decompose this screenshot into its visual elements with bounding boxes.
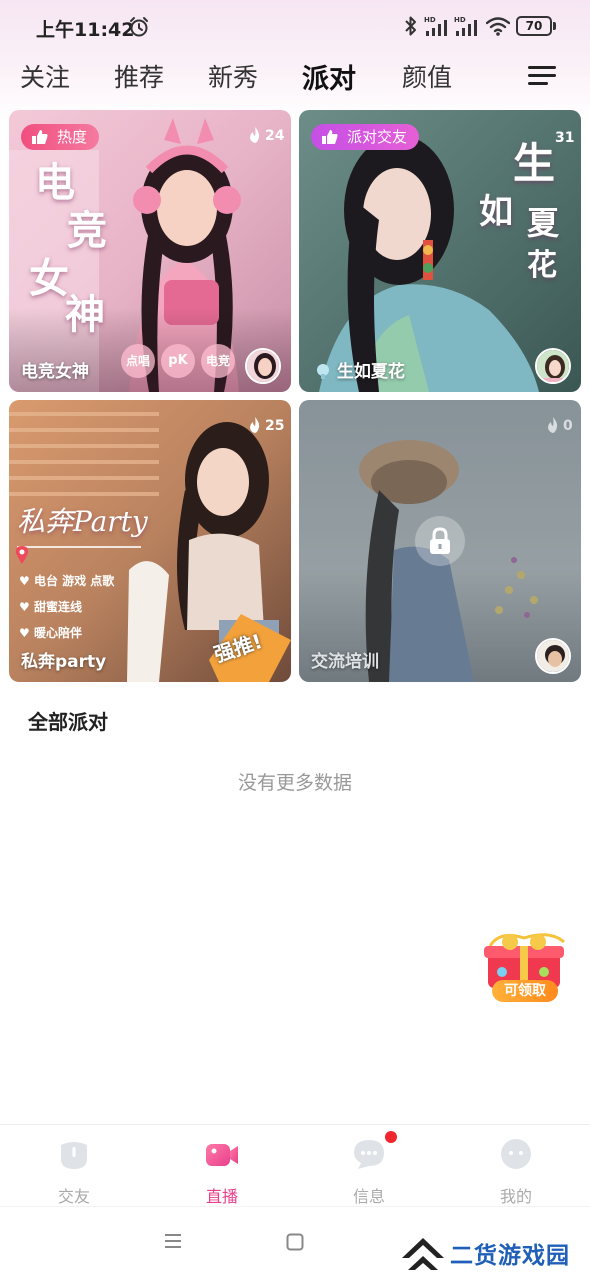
heat-value: 0 xyxy=(563,418,573,434)
badge-label: 派对交友 xyxy=(347,128,408,146)
party-card-esports[interactable]: 电 竞 女 神 热度 24 点唱 pK 电竞 电竞女神 xyxy=(9,110,291,392)
party-name: 交流培训 xyxy=(311,652,379,672)
battery-level: 70 xyxy=(516,16,552,36)
category-tabs: 关注 推荐 新秀 派对 颜值 xyxy=(0,58,590,98)
gift-reward-button[interactable]: 可领取 xyxy=(480,928,568,1004)
tab-follow[interactable]: 关注 xyxy=(20,58,70,94)
tab-recommend[interactable]: 推荐 xyxy=(114,58,164,94)
feature-item: ♥ 暖心陪伴 xyxy=(19,626,82,640)
status-time: 上午11:42 xyxy=(36,19,135,41)
tag-bubble: 点唱 xyxy=(121,344,155,378)
cover-title-char: 生 xyxy=(513,139,556,188)
hot-badge: 热度 xyxy=(21,124,100,150)
heat-count: 25 xyxy=(250,417,285,434)
cover-title-char: 花 xyxy=(527,248,557,283)
nav-label: 我的 xyxy=(499,1187,532,1206)
tag-bubble: pK xyxy=(161,344,195,378)
lock-icon xyxy=(430,527,450,554)
empty-state-text: 没有更多数据 xyxy=(237,772,352,794)
party-name-text: 生如夏花 xyxy=(336,362,405,382)
watermark: 二货游戏园 xyxy=(398,1230,588,1274)
tab-party[interactable]: 派对 xyxy=(302,57,356,96)
watermark-text: 二货游戏园 xyxy=(450,1243,570,1269)
heat-value: 31 xyxy=(555,130,575,146)
signal-strength-icon: HD xyxy=(454,16,477,36)
battery-icon: 70 xyxy=(516,16,556,36)
divider xyxy=(17,546,141,548)
gift-label: 可领取 xyxy=(492,980,558,1002)
heat-value: 25 xyxy=(265,418,285,434)
svg-text:HD: HD xyxy=(454,16,466,24)
tab-looks[interactable]: 颜值 xyxy=(402,58,452,94)
heat-count: 31 xyxy=(555,130,574,146)
signal-strength-icon: HD xyxy=(424,16,447,36)
watermark-logo-icon xyxy=(402,1238,444,1270)
feature-item: ♥ 电台 游戏 点歌 xyxy=(19,574,115,588)
nav-item-live[interactable]: 直播 xyxy=(148,1125,296,1207)
flame-icon xyxy=(250,417,260,433)
location-pin-icon xyxy=(15,546,29,564)
tag-bubble: 电竞 xyxy=(201,344,235,378)
cover-title-char: 神 xyxy=(65,291,105,338)
wifi-icon xyxy=(486,17,510,36)
party-card-summer-flower[interactable]: 生 如 夏 花 派对交友 31 生如夏花 xyxy=(299,110,581,392)
bottom-navigation: 交友 直播 信息 我的 xyxy=(0,1124,590,1206)
party-card-elope[interactable]: 私奔Party ♥ 电台 游戏 点歌 ♥ 甜蜜连线 ♥ 暖心陪伴 强推! 25 … xyxy=(9,400,291,682)
profile-icon xyxy=(501,1139,531,1169)
host-avatar xyxy=(245,348,281,384)
thumbs-up-icon xyxy=(322,130,338,144)
heat-value: 24 xyxy=(265,128,285,144)
tab-newcomer[interactable]: 新秀 xyxy=(208,58,258,94)
friends-icon xyxy=(61,1142,87,1169)
message-icon xyxy=(354,1140,384,1169)
alarm-clock-icon xyxy=(130,17,148,37)
home-button-icon[interactable] xyxy=(286,1233,304,1251)
status-bar: 上午11:42 HD HD 70 xyxy=(0,0,590,52)
party-name: 电竞女神 xyxy=(21,362,89,382)
badge-label: 热度 xyxy=(57,128,88,146)
nav-label: 信息 xyxy=(352,1187,385,1206)
section-title: 全部派对 xyxy=(28,710,108,734)
svg-text:HD: HD xyxy=(424,16,436,24)
heat-count: 0 xyxy=(548,417,573,434)
nav-label: 交友 xyxy=(57,1187,90,1206)
thumbs-up-icon xyxy=(32,130,48,144)
cover-title-char: 如 xyxy=(479,192,513,232)
cover-title-char: 女 xyxy=(29,255,69,302)
nav-item-friends[interactable]: 交友 xyxy=(0,1125,148,1207)
party-card-training[interactable]: 0 交流培训 xyxy=(299,400,581,682)
party-name: 生如夏花 xyxy=(315,357,405,382)
party-name: 私奔party xyxy=(21,652,107,672)
lock-indicator xyxy=(415,516,465,566)
menu-icon[interactable] xyxy=(528,64,558,88)
bluetooth-icon xyxy=(405,16,416,36)
cover-title-char: 夏 xyxy=(527,204,560,242)
cover-title-char: 竞 xyxy=(67,207,107,254)
live-camera-icon xyxy=(206,1144,238,1166)
mic-icon xyxy=(317,364,329,379)
nav-item-profile[interactable]: 我的 xyxy=(442,1125,590,1207)
nav-item-messages[interactable]: 信息 xyxy=(295,1125,443,1207)
nav-label: 直播 xyxy=(205,1187,238,1206)
flame-icon xyxy=(548,417,558,433)
heat-count: 24 xyxy=(250,127,285,144)
recent-apps-icon[interactable] xyxy=(164,1233,182,1249)
feature-item: ♥ 甜蜜连线 xyxy=(19,600,82,614)
flame-icon xyxy=(250,127,260,143)
cover-title: 私奔Party xyxy=(17,505,148,538)
host-avatar xyxy=(535,348,571,384)
party-badge: 派对交友 xyxy=(311,124,420,150)
host-avatar xyxy=(535,638,571,674)
notification-dot xyxy=(385,1131,397,1143)
